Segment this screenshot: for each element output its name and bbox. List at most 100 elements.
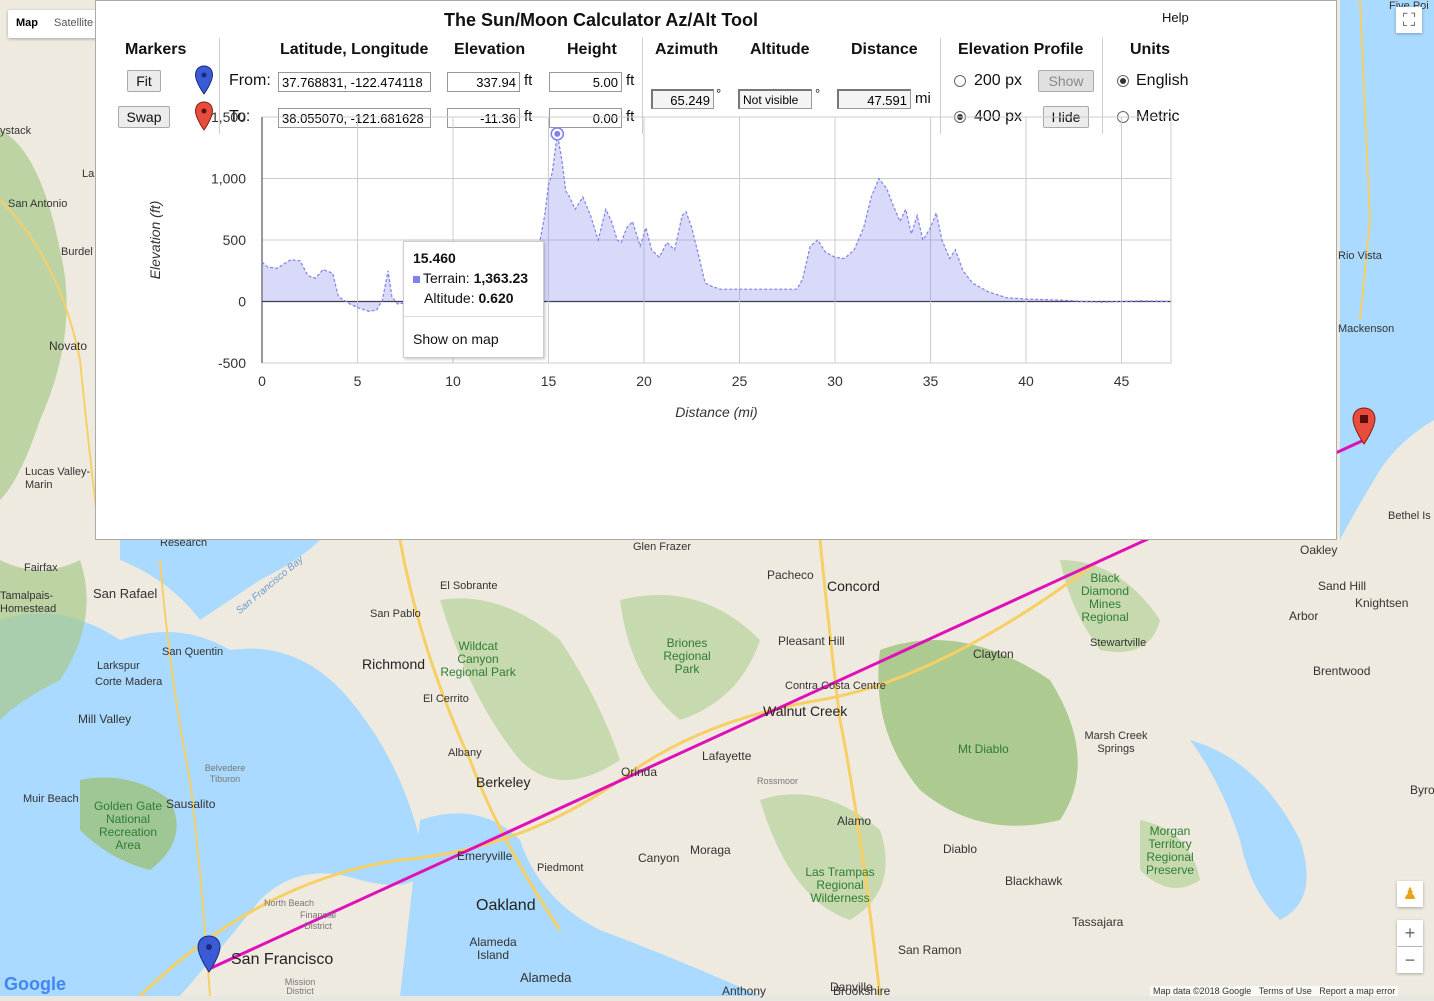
- map-label: Sand Hill: [1318, 579, 1367, 593]
- map-label: Byro: [1410, 783, 1434, 797]
- map-label: Corte Madera: [95, 676, 163, 688]
- map-label: San Francisco: [231, 951, 334, 968]
- map-label: San Quentin: [162, 646, 224, 658]
- map-label: ystack: [0, 125, 32, 137]
- map-label: Walnut Creek: [763, 703, 848, 719]
- map-label: Oakland: [476, 897, 536, 914]
- fullscreen-icon[interactable]: ⛶: [1396, 7, 1422, 33]
- y-axis-label: Elevation (ft): [147, 201, 163, 280]
- map-label: Pacheco: [767, 568, 814, 582]
- map-label: Blackhawk: [1005, 874, 1063, 888]
- map-label: Clayton: [973, 647, 1014, 661]
- x-tick-label: 20: [636, 373, 652, 389]
- map-label: Burdel: [61, 246, 93, 258]
- map-label: Morgan Territory Regional Preserve: [1145, 824, 1195, 877]
- x-tick-label: 45: [1114, 373, 1130, 389]
- google-logo: Google: [4, 974, 66, 994]
- map-label: El Sobrante: [440, 580, 498, 592]
- map-label: Berkeley: [476, 774, 531, 790]
- zoom-in-button[interactable]: +: [1397, 920, 1423, 946]
- map-label: Financial District: [299, 910, 337, 931]
- map-label: Rio Vista: [1338, 250, 1382, 262]
- map-label: Mission District: [284, 977, 316, 996]
- to-map-marker-icon[interactable]: [1351, 406, 1377, 446]
- map-label: Alameda Island: [469, 935, 517, 962]
- map-label: La: [82, 168, 95, 180]
- tooltip-terrain-row: Terrain: 1,363.23: [413, 270, 528, 286]
- x-tick-label: 25: [732, 373, 748, 389]
- y-tick-label: 500: [223, 232, 247, 248]
- terrain-area: [262, 133, 1171, 312]
- map-label: El Cerrito: [423, 693, 469, 705]
- map-label: Lucas Valley-Marin: [25, 466, 91, 491]
- map-label: North Beach: [264, 898, 315, 908]
- y-tick-label: -500: [218, 355, 246, 371]
- from-map-marker-icon[interactable]: [196, 934, 222, 974]
- y-tick-label: 1,000: [211, 171, 246, 187]
- map-label: San Ramon: [898, 943, 962, 957]
- map-label: Albany: [448, 747, 482, 759]
- map-type-map-button[interactable]: Map: [8, 10, 46, 38]
- map-label: Pleasant Hill: [778, 634, 845, 648]
- map-label: Richmond: [362, 656, 426, 672]
- map-label: San Antonio: [8, 198, 68, 210]
- y-tick-label: 0: [238, 294, 246, 310]
- map-label: Bethel Is: [1388, 510, 1431, 522]
- map-label: Rossmoor: [757, 776, 799, 786]
- attribution-text: Map data ©2018 Google: [1153, 986, 1252, 996]
- map-label: Fairfax: [24, 562, 58, 574]
- terms-link[interactable]: Terms of Use: [1259, 986, 1312, 996]
- map-label: Golden Gate National Recreation Area: [93, 799, 163, 852]
- map-label: Canyon: [638, 851, 680, 865]
- tooltip-terrain-value: 1,363.23: [473, 270, 529, 286]
- map-label: Wildcat Canyon Regional Park: [440, 639, 516, 679]
- map-type-satellite-button[interactable]: Satellite: [46, 10, 101, 38]
- tooltip-terrain-label: Terrain:: [423, 270, 470, 286]
- tooltip-altitude-row: Altitude: 0.620: [424, 290, 514, 306]
- x-tick-label: 5: [354, 373, 362, 389]
- x-tick-label: 10: [445, 373, 461, 389]
- elevation-profile-chart[interactable]: -500 0 500 1,000 1,500 0 5 10 15 20 25 30 35 40 45 Dist…: [96, 1, 1336, 539]
- zoom-out-button[interactable]: −: [1397, 947, 1423, 973]
- map-label: Novato: [49, 339, 88, 353]
- x-tick-label: 30: [827, 373, 843, 389]
- map-label: Larkspur: [97, 660, 140, 672]
- tooltip-altitude-label: Altitude:: [424, 290, 475, 306]
- map-label: Glen Frazer: [633, 541, 692, 553]
- tooltip-distance: 15.460: [413, 250, 456, 266]
- map-label: Arbor: [1289, 609, 1319, 623]
- map-label: Knightsen: [1355, 596, 1409, 610]
- map-label: Tassajara: [1072, 915, 1124, 929]
- map-label: Mill Valley: [78, 712, 132, 726]
- x-tick-label: 35: [923, 373, 939, 389]
- y-tick-label: 1,500: [211, 109, 246, 125]
- map-label: Emeryville: [457, 849, 513, 863]
- map-attribution: Map data ©2018 Google Terms of Use Repor…: [1150, 986, 1399, 996]
- map-label: Brentwood: [1313, 664, 1371, 678]
- map-label: San Rafael: [93, 586, 158, 601]
- map-label: Las Trampas Regional Wilderness: [805, 865, 875, 905]
- hover-point-dot: [554, 130, 561, 137]
- map-label: Diablo: [943, 842, 978, 856]
- terrain-legend-swatch: [413, 276, 420, 283]
- x-axis-label: Distance (mi): [675, 404, 757, 420]
- x-tick-label: 40: [1018, 373, 1034, 389]
- map-label: Tamalpais-Homestead: [0, 590, 57, 615]
- terrain-line: [261, 133, 1172, 312]
- chart-tooltip: 15.460 Terrain: 1,363.23 Altitude: 0.620…: [403, 241, 544, 358]
- map-label: Sausalito: [166, 797, 216, 811]
- map-label: Black Diamond Mines Regional: [1080, 571, 1130, 624]
- map-label: Oakley: [1300, 543, 1338, 557]
- map-label: Contra Costa Centre: [785, 680, 886, 692]
- x-tick-label: 0: [258, 373, 266, 389]
- tooltip-divider: [404, 316, 543, 317]
- map-label: Mackenson: [1338, 323, 1395, 335]
- report-link[interactable]: Report a map error: [1319, 986, 1395, 996]
- map-label: Muir Beach: [23, 793, 79, 805]
- map-label: Briones Regional Park: [663, 636, 711, 676]
- street-view-pegman-icon[interactable]: ♟: [1397, 881, 1423, 907]
- map-label: Concord: [827, 578, 880, 594]
- show-on-map-link[interactable]: Show on map: [413, 331, 499, 347]
- map-label: Stewartville: [1090, 637, 1147, 649]
- x-tick-label: 15: [541, 373, 557, 389]
